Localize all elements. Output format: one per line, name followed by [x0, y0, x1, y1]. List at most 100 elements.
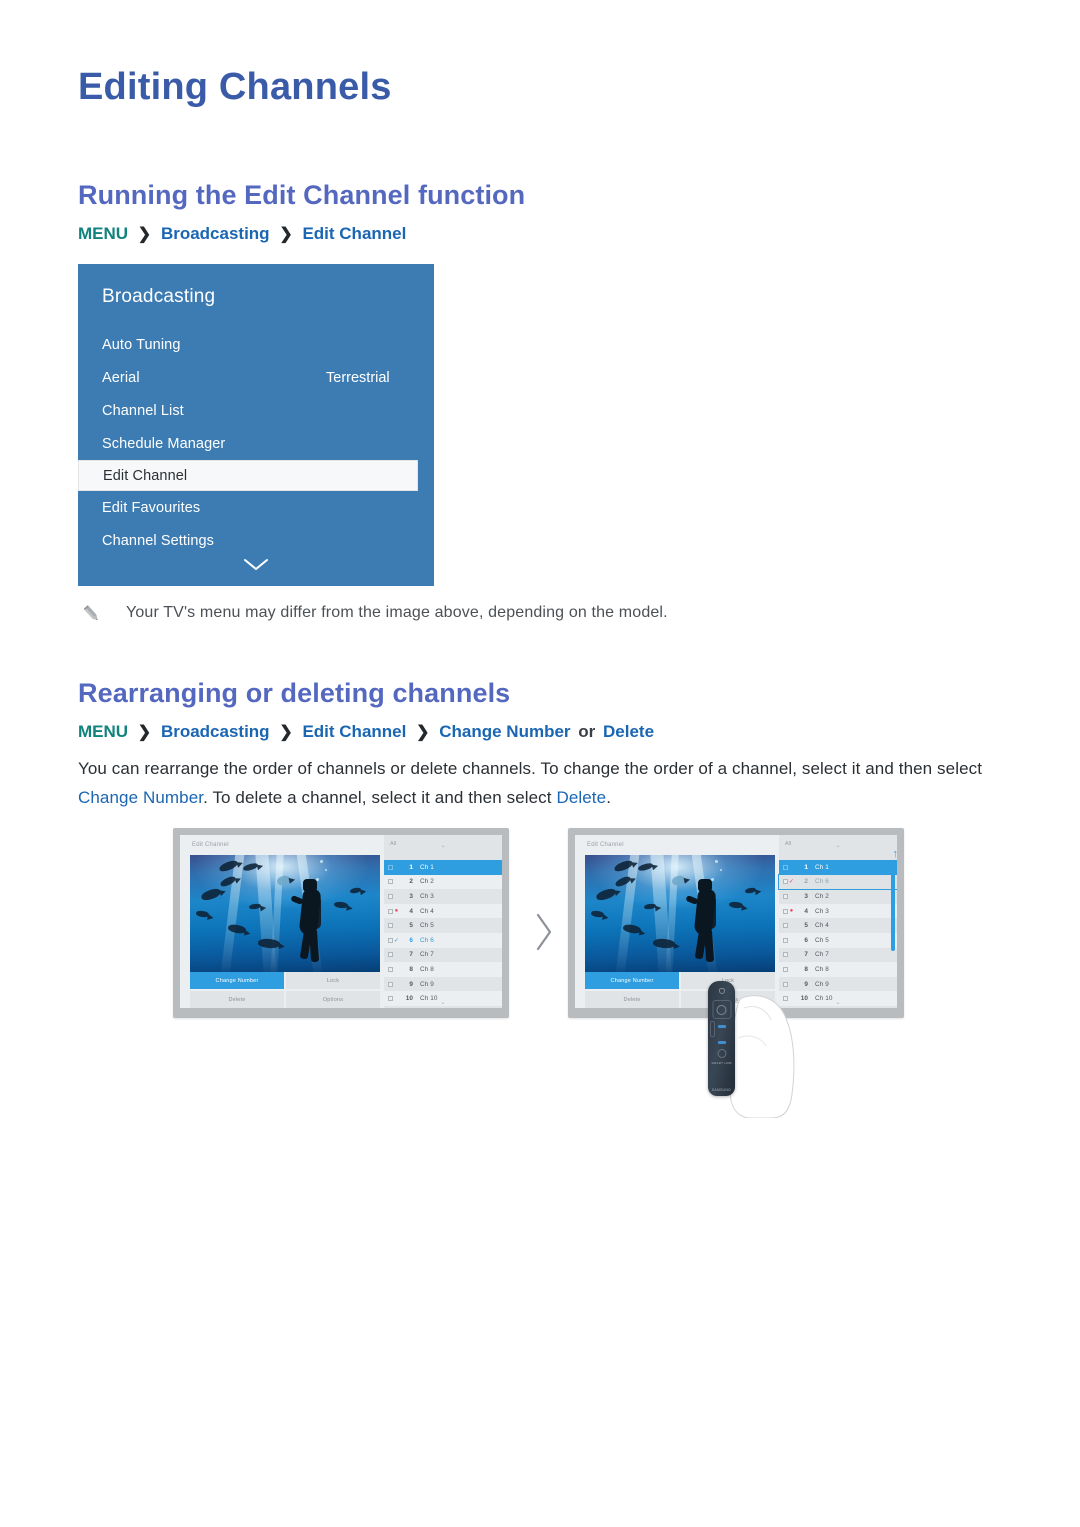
channel-list-before: All ⌃ 1 Ch 1 2 Ch 2 3 Ch 3 ● 4 Ch 4 5 Ch…	[384, 835, 502, 1008]
channel-name: Ch 9	[420, 980, 434, 988]
menu-item-schedule-manager[interactable]: Schedule Manager	[78, 427, 434, 460]
screen-title-after: Edit Channel	[575, 835, 779, 855]
samsung-smart-remote[interactable]: SMART HUB SAMSUNG	[708, 981, 735, 1096]
list-scroll-up-icon[interactable]: ⌃	[384, 846, 502, 853]
channel-row[interactable]: 2 Ch 2	[384, 874, 502, 890]
menu-item-aerial[interactable]: Aerial Terrestrial	[78, 361, 434, 394]
breadcrumb-menu-label: MENU	[78, 722, 129, 741]
paragraph-text-part1: You can rearrange the order of channels …	[78, 759, 983, 778]
channel-row-moving[interactable]: ✓ 2 Ch 6	[778, 873, 897, 891]
paragraph-link-change-number: Change Number	[78, 788, 204, 807]
channel-checkbox[interactable]	[388, 981, 393, 987]
channel-row[interactable]: 7 Ch 7	[779, 948, 897, 963]
channel-row[interactable]: 7 Ch 7	[384, 948, 502, 963]
button-change-number[interactable]: Change Number	[190, 972, 284, 989]
menu-item-label: Schedule Manager	[102, 435, 226, 452]
channel-name: Ch 8	[815, 965, 829, 973]
channel-checkbox[interactable]	[783, 952, 788, 958]
breadcrumb-separator-icon: ❯	[137, 724, 152, 741]
channel-row[interactable]: 6 Ch 5	[779, 932, 897, 948]
menu-panel-title: Broadcasting	[102, 286, 216, 307]
menu-item-channel-list[interactable]: Channel List	[78, 394, 434, 427]
volume-rocker[interactable]	[717, 1025, 726, 1028]
breadcrumb-menu-label: MENU	[78, 224, 129, 243]
channel-checkbox[interactable]	[388, 893, 393, 899]
channel-checkbox[interactable]	[388, 952, 393, 958]
button-delete[interactable]: Delete	[190, 991, 284, 1008]
side-button[interactable]	[710, 1021, 715, 1037]
channel-number: 9	[409, 980, 413, 988]
chevron-down-icon	[244, 559, 268, 570]
channel-row[interactable]: 3 Ch 3	[384, 889, 502, 904]
figure-rearrange-channels: Edit Channel Change Number Lock Delete O…	[0, 828, 1080, 1118]
home-button[interactable]	[717, 1049, 726, 1058]
channel-number: 2	[409, 878, 413, 886]
channel-row[interactable]: 9 Ch 9	[384, 977, 502, 992]
list-scroll-up-icon[interactable]: ⌃	[779, 846, 897, 853]
channel-row[interactable]: ● 4 Ch 3	[779, 903, 897, 919]
channel-checkbox[interactable]	[783, 864, 788, 870]
button-delete[interactable]: Delete	[585, 991, 679, 1008]
menu-item-label: Edit Channel	[103, 467, 188, 484]
paragraph-text-part3: .	[606, 788, 612, 807]
menu-item-label: Channel List	[102, 402, 184, 419]
paragraph-link-delete: Delete	[556, 788, 607, 807]
channel-name: Ch 7	[420, 951, 434, 959]
channel-checkbox[interactable]	[388, 879, 393, 885]
channel-checkbox[interactable]	[783, 893, 788, 899]
channel-checkbox[interactable]	[388, 966, 393, 972]
channel-row[interactable]: 3 Ch 2	[779, 889, 897, 904]
note-row: Your TV's menu may differ from the image…	[80, 602, 668, 626]
channel-check-icon: ✓	[393, 937, 400, 944]
channel-rocker[interactable]	[717, 1041, 726, 1044]
channel-number: 7	[804, 951, 808, 959]
body-paragraph: You can rearrange the order of channels …	[78, 754, 1008, 812]
channel-row[interactable]: 1 Ch 1	[779, 860, 897, 875]
directional-pad[interactable]	[712, 1000, 731, 1019]
channel-number: 3	[804, 892, 808, 900]
menu-item-label: Edit Favourites	[102, 499, 201, 516]
menu-item-channel-settings[interactable]: Channel Settings	[78, 524, 434, 557]
menu-item-auto-tuning[interactable]: Auto Tuning	[78, 328, 434, 361]
breadcrumb-item-broadcasting: Broadcasting	[160, 722, 270, 741]
channel-checkbox[interactable]	[783, 937, 788, 943]
channel-number: 1	[409, 863, 413, 871]
button-lock[interactable]: Lock	[286, 972, 380, 989]
channel-row[interactable]: ✓ 6 Ch 6	[384, 932, 502, 948]
channel-checkbox[interactable]	[783, 966, 788, 972]
button-change-number[interactable]: Change Number	[585, 972, 679, 989]
channel-number: 4	[804, 907, 808, 915]
channel-check-icon: ✓	[788, 879, 795, 886]
channel-checkbox[interactable]	[783, 923, 788, 929]
channel-checkbox[interactable]	[388, 923, 393, 929]
channel-row[interactable]: 5 Ch 5	[384, 918, 502, 933]
pencil-icon	[83, 605, 98, 621]
channel-row[interactable]: 8 Ch 8	[779, 962, 897, 977]
channel-row[interactable]: 8 Ch 8	[384, 962, 502, 977]
list-scroll-indicator[interactable]	[891, 861, 895, 951]
move-up-arrow-icon: ↑	[892, 848, 898, 860]
channel-row[interactable]: 5 Ch 4	[779, 918, 897, 933]
channel-number: 5	[804, 922, 808, 930]
button-options[interactable]: Options	[286, 991, 380, 1008]
menu-scroll-down-button[interactable]	[78, 556, 434, 572]
channel-name: Ch 1	[815, 863, 829, 871]
menu-item-edit-favourites[interactable]: Edit Favourites	[78, 491, 434, 524]
video-preview-before	[190, 855, 380, 972]
breadcrumb-separator-icon: ❯	[279, 226, 293, 243]
channel-checkbox[interactable]	[388, 864, 393, 870]
section-heading-running-edit-channel: Running the Edit Channel function	[78, 180, 526, 210]
channel-row[interactable]: 1 Ch 1	[384, 860, 502, 875]
help-document-page: Editing Channels Running the Edit Channe…	[0, 0, 1080, 1527]
channel-row[interactable]: ● 4 Ch 4	[384, 903, 502, 919]
section-heading-rearranging-deleting: Rearranging or deleting channels	[78, 678, 511, 708]
tv-screen-before: Edit Channel Change Number Lock Delete O…	[180, 835, 502, 1008]
breadcrumb-running-edit-channel: MENU ❯ Broadcasting ❯ Edit Channel	[78, 224, 406, 244]
list-scroll-down-icon[interactable]: ⌄	[384, 1000, 502, 1007]
paragraph-text-part2: . To delete a channel, select it and the…	[203, 788, 557, 807]
menu-item-edit-channel[interactable]: Edit Channel	[78, 460, 418, 491]
breadcrumb-rearranging-deleting: MENU ❯ Broadcasting ❯ Edit Channel ❯ Cha…	[78, 722, 654, 742]
screen-button-row-before: Change Number Lock Delete Options	[190, 972, 380, 1008]
microphone-icon	[718, 988, 725, 994]
video-preview-after	[585, 855, 775, 972]
